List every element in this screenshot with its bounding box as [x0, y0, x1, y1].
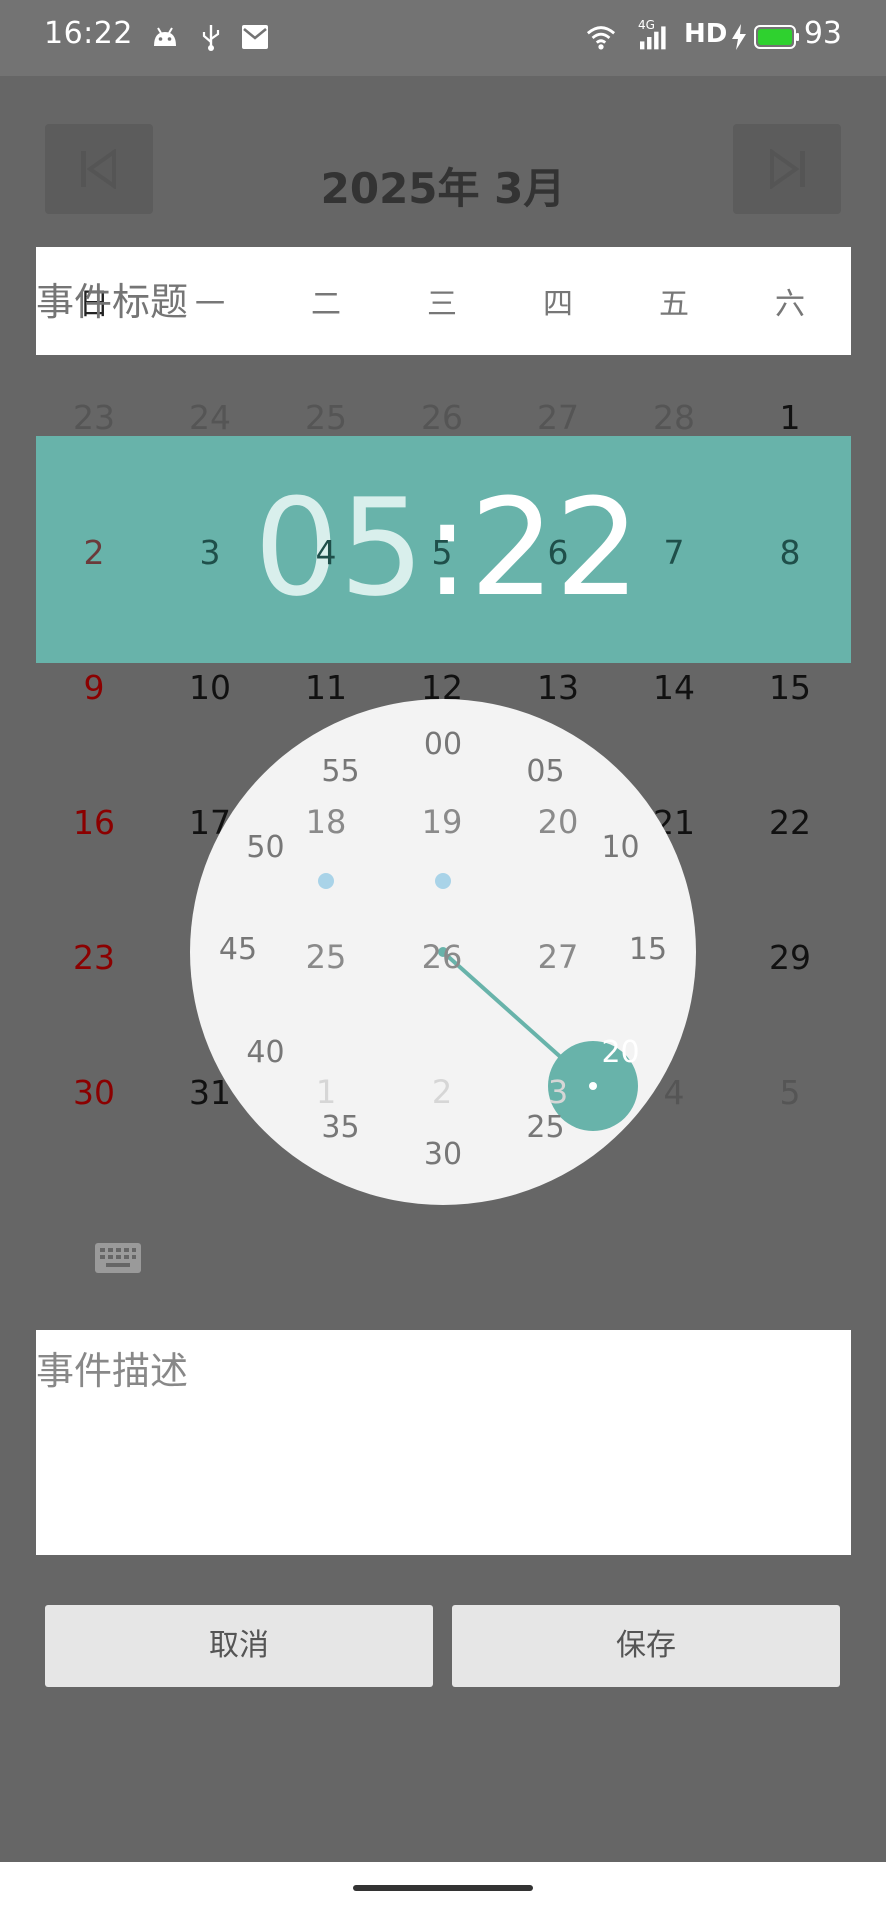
weekday-wed: 三: [427, 287, 457, 322]
calendar-day[interactable]: 5: [732, 1073, 848, 1112]
calendar-day[interactable]: 7: [616, 533, 732, 572]
battery-percent: 93: [803, 16, 842, 51]
calendar-day[interactable]: 24: [152, 398, 268, 437]
calendar-day[interactable]: 4: [268, 533, 384, 572]
calendar-day[interactable]: 28: [616, 398, 732, 437]
clock-minute-label[interactable]: 05: [506, 754, 586, 789]
clock-minute-label[interactable]: 45: [198, 932, 278, 967]
clock-inner-day: 18: [305, 803, 347, 841]
clock-inner-day: 2: [431, 1073, 453, 1111]
calendar-day[interactable]: 16: [36, 803, 152, 842]
clock-minute-label[interactable]: 20: [581, 1035, 661, 1070]
mail-icon: [242, 25, 268, 49]
android-icon: [154, 27, 176, 46]
clock-minute-label[interactable]: 15: [608, 932, 688, 967]
status-time: 16:22: [44, 16, 133, 51]
calendar-day[interactable]: 1: [732, 398, 848, 437]
calendar-day[interactable]: 25: [268, 398, 384, 437]
clock-minute-label[interactable]: 00: [403, 727, 483, 762]
calendar-day[interactable]: 8: [732, 533, 848, 572]
save-button[interactable]: 保存: [452, 1605, 840, 1687]
weekday-thu: 四: [543, 287, 573, 322]
charging-icon: [732, 24, 746, 50]
calendar-day[interactable]: 30: [36, 1073, 152, 1112]
clock-minute-label[interactable]: 30: [403, 1137, 483, 1172]
calendar-day[interactable]: 29: [732, 938, 848, 977]
cancel-button[interactable]: 取消: [45, 1605, 433, 1687]
calendar-day[interactable]: 26: [384, 398, 500, 437]
cell-signal-icon: [640, 26, 666, 50]
calendar-day[interactable]: 6: [500, 533, 616, 572]
clock-minute-label[interactable]: 55: [301, 754, 381, 789]
event-description-placeholder: 事件描述: [36, 1349, 189, 1393]
clock-inner-day: 1: [315, 1073, 337, 1111]
weekday-fri: 五: [659, 287, 689, 322]
calendar-day[interactable]: 27: [500, 398, 616, 437]
usb-icon: [202, 25, 220, 51]
prev-month-button[interactable]: [45, 124, 153, 214]
hd-label: HD: [684, 19, 728, 49]
battery-icon: [754, 25, 799, 49]
calendar-day[interactable]: 15: [732, 668, 848, 707]
keyboard-icon[interactable]: [95, 1243, 141, 1273]
clock-minute-label[interactable]: 35: [301, 1110, 381, 1145]
calendar-day[interactable]: 23: [36, 938, 152, 977]
clock-inner-day: 27: [537, 938, 579, 976]
clock-minute-label[interactable]: 25: [506, 1110, 586, 1145]
month-title: 2025年 3月: [320, 164, 566, 213]
clock-inner-day: 19: [421, 803, 463, 841]
home-indicator[interactable]: [353, 1885, 533, 1891]
calendar-day[interactable]: 3: [152, 533, 268, 572]
clock-minute-label[interactable]: 40: [225, 1035, 305, 1070]
calendar-day[interactable]: 2: [36, 533, 152, 572]
skip-next-icon: [770, 149, 805, 189]
calendar-day[interactable]: 22: [732, 803, 848, 842]
calendar-day[interactable]: 9: [36, 668, 152, 707]
wifi-icon: [586, 26, 616, 50]
weekday-sat: 六: [775, 287, 805, 322]
clock-inner-day: 25: [305, 938, 347, 976]
status-bar: 16:22 4G HD 93: [0, 0, 886, 76]
clock-inner-day: 20: [537, 803, 579, 841]
event-title-input[interactable]: [36, 280, 336, 324]
event-indicator-dot: [435, 873, 451, 889]
calendar-day[interactable]: 23: [36, 398, 152, 437]
skip-previous-icon: [81, 149, 116, 189]
clock-inner-day: 26: [421, 938, 463, 976]
calendar-day[interactable]: 5: [384, 533, 500, 572]
next-month-button[interactable]: [733, 124, 841, 214]
navigation-bar: [0, 1862, 886, 1920]
event-indicator-dot: [318, 873, 334, 889]
clock-inner-day: 3: [547, 1073, 569, 1111]
